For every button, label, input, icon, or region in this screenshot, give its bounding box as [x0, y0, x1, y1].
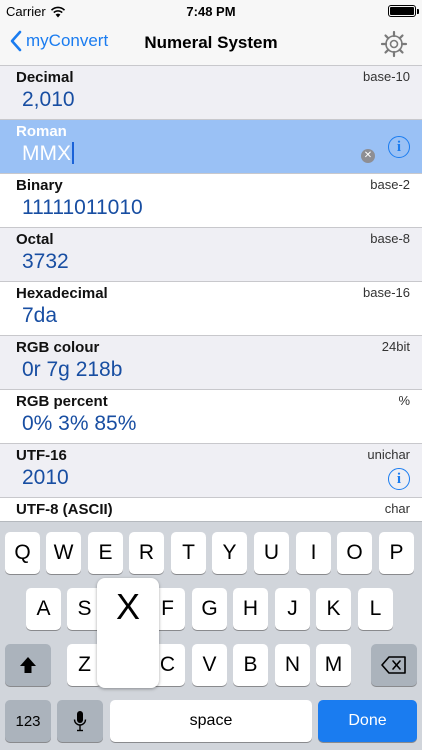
key-i[interactable]: I [296, 532, 331, 574]
key-r[interactable]: R [129, 532, 164, 574]
key-p[interactable]: P [379, 532, 414, 574]
row-label: UTF-8 (ASCII) [16, 501, 113, 518]
row-value: 11111011010 [22, 196, 143, 219]
key-l[interactable]: L [358, 588, 393, 630]
key-y[interactable]: Y [212, 532, 247, 574]
row-base: base-2 [370, 177, 410, 192]
row-binary[interactable]: Binary base-2 11111011010 [0, 174, 422, 228]
row-base: 24bit [381, 339, 410, 354]
clock: 7:48 PM [186, 4, 236, 19]
key-e[interactable]: E [88, 532, 123, 574]
numbers-key[interactable]: 123 [5, 700, 51, 742]
battery-icon [388, 5, 419, 17]
shift-icon [20, 657, 36, 673]
clear-icon[interactable]: ✕ [361, 149, 375, 163]
dictation-key[interactable] [57, 700, 103, 742]
delete-icon [381, 656, 406, 674]
row-label: Binary [16, 177, 63, 194]
row-value: 2,010 [22, 88, 75, 111]
microphone-icon [73, 711, 87, 732]
row-base: base-8 [370, 231, 410, 246]
key-h[interactable]: H [233, 588, 268, 630]
info-icon[interactable]: i [388, 136, 410, 158]
gear-icon [380, 30, 408, 58]
key-preview-popup: X [97, 578, 159, 688]
row-label: Decimal [16, 69, 74, 86]
row-rgb-colour[interactable]: RGB colour 24bit 0r 7g 218b [0, 336, 422, 390]
row-value: 2010 [22, 466, 69, 489]
row-utf16[interactable]: UTF-16 unichar 2010 i [0, 444, 422, 498]
navigation-bar: myConvert Numeral System [0, 22, 422, 66]
row-label: Hexadecimal [16, 285, 108, 302]
row-value: 3732 [22, 250, 69, 273]
row-hexadecimal[interactable]: Hexadecimal base-16 7da [0, 282, 422, 336]
status-right [388, 5, 419, 17]
row-value: 0% 3% 85% [22, 412, 137, 435]
status-bar: Carrier 7:48 PM [0, 0, 422, 22]
done-key[interactable]: Done [318, 700, 417, 742]
row-roman[interactable]: Roman MMX ✕ i [0, 120, 422, 174]
key-k[interactable]: K [316, 588, 351, 630]
key-w[interactable]: W [46, 532, 81, 574]
key-n[interactable]: N [275, 644, 310, 686]
row-label: RGB percent [16, 393, 108, 410]
row-label: UTF-16 [16, 447, 67, 464]
keyboard: Q W E R T Y U I O P A S D F G H J K L Z … [0, 521, 422, 750]
roman-input[interactable]: MMX [22, 142, 74, 166]
key-o[interactable]: O [337, 532, 372, 574]
row-base: base-10 [363, 69, 410, 84]
row-octal[interactable]: Octal base-8 3732 [0, 228, 422, 282]
key-v[interactable]: V [192, 644, 227, 686]
row-base: base-16 [363, 285, 410, 300]
row-label: RGB colour [16, 339, 100, 356]
key-u[interactable]: U [254, 532, 289, 574]
key-j[interactable]: J [275, 588, 310, 630]
key-preview-char: X [115, 586, 140, 627]
shift-key[interactable] [5, 644, 51, 686]
conversion-list: Decimal base-10 2,010 Roman MMX ✕ i Bina… [0, 66, 422, 552]
row-base: char [384, 501, 410, 516]
settings-button[interactable] [380, 30, 408, 63]
text-cursor [72, 142, 74, 164]
row-base: % [398, 393, 410, 408]
row-label: Octal [16, 231, 54, 248]
space-key[interactable]: space [110, 700, 312, 742]
key-a[interactable]: A [26, 588, 61, 630]
row-decimal[interactable]: Decimal base-10 2,010 [0, 66, 422, 120]
key-b[interactable]: B [233, 644, 268, 686]
row-base: unichar [367, 447, 410, 462]
key-m[interactable]: M [316, 644, 351, 686]
row-value: 7da [22, 304, 58, 327]
key-g[interactable]: G [192, 588, 227, 630]
row-rgb-percent[interactable]: RGB percent % 0% 3% 85% [0, 390, 422, 444]
page-title: Numeral System [144, 33, 278, 52]
row-value: 0r 7g 218b [22, 358, 123, 381]
input-text: MMX [22, 142, 71, 165]
info-icon[interactable]: i [388, 468, 410, 490]
key-q[interactable]: Q [5, 532, 40, 574]
key-t[interactable]: T [171, 532, 206, 574]
delete-key[interactable] [371, 644, 417, 686]
row-label: Roman [16, 123, 67, 140]
